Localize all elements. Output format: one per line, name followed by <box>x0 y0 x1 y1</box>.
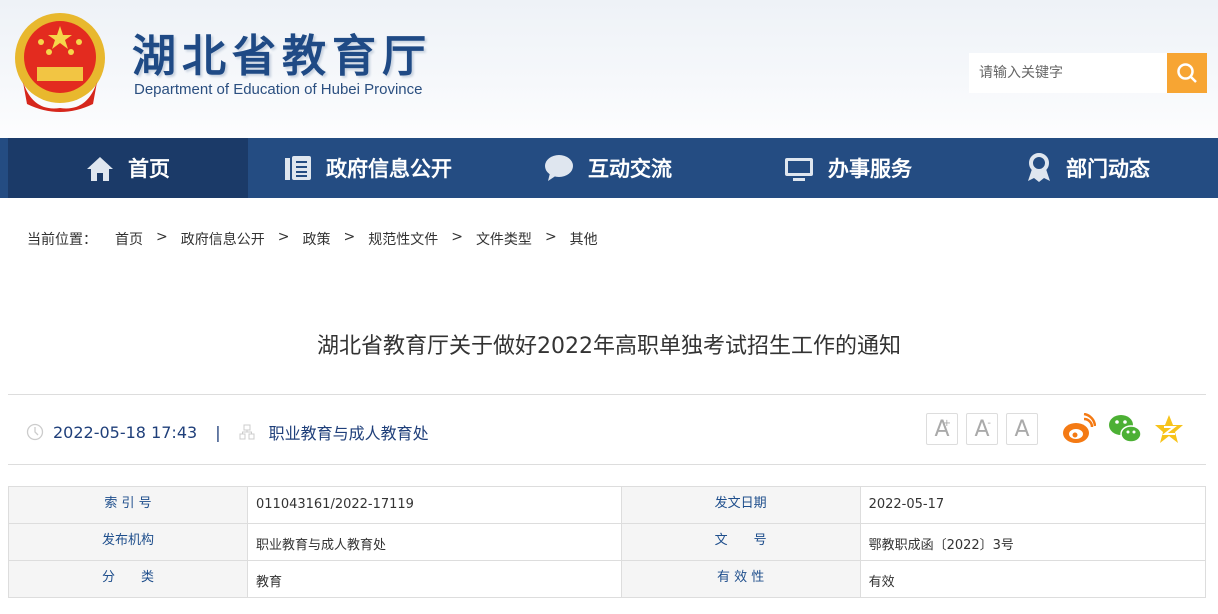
main-nav: 首页 政府信息公开 互动交流 办事服务 部门动态 <box>0 138 1218 198</box>
breadcrumb-separator: > <box>343 229 356 245</box>
wechat-icon[interactable] <box>1108 414 1142 444</box>
org-chart-icon <box>239 424 255 440</box>
breadcrumb-other[interactable]: 其他 <box>570 229 598 249</box>
nav-home[interactable]: 首页 <box>8 138 248 198</box>
font-reset-button[interactable]: A <box>1006 413 1038 445</box>
publisher-label: 发布机构 <box>8 523 248 561</box>
info-table: 索 引 号 011043161/2022-17119 发文日期 2022-05-… <box>8 486 1207 598</box>
chat-icon <box>545 155 573 181</box>
site-subtitle: Department of Education of Hubei Provinc… <box>134 81 423 98</box>
monitor-icon <box>785 158 813 181</box>
index-number-value: 011043161/2022-17119 <box>247 486 622 524</box>
breadcrumb-prefix: 当前位置： <box>27 232 97 248</box>
font-increase-button[interactable]: A + <box>926 413 958 445</box>
breadcrumb-normative[interactable]: 规范性文件 <box>368 229 438 249</box>
document-icon <box>285 156 311 180</box>
issue-date-value: 2022-05-17 <box>859 486 1207 524</box>
weibo-icon[interactable] <box>1062 413 1096 445</box>
font-decrease-button[interactable]: A- <box>966 413 998 445</box>
nav-label: 互动交流 <box>588 157 672 181</box>
breadcrumb-separator: > <box>451 229 463 245</box>
table-row: 分 类 教育 有 效 性 有效 <box>8 560 1207 598</box>
nav-label: 办事服务 <box>828 157 912 181</box>
breadcrumb: 当前位置： 首页 > 政府信息公开 > 政策 > 规范性文件 > 文件类型 > 其他 <box>27 229 598 249</box>
breadcrumb-home[interactable]: 首页 <box>115 229 143 249</box>
issue-date-label: 发文日期 <box>620 486 861 524</box>
nav-label: 首页 <box>128 157 170 181</box>
nav-label: 政府信息公开 <box>326 157 452 181</box>
nav-label: 部门动态 <box>1066 157 1150 181</box>
breadcrumb-policy[interactable]: 政策 <box>302 229 330 249</box>
publish-datetime: 2022-05-18 17:43 <box>53 422 198 442</box>
category-label: 分 类 <box>8 560 248 598</box>
category-value: 教育 <box>247 560 622 598</box>
national-emblem-icon <box>15 13 105 112</box>
doc-number-label: 文 号 <box>620 523 861 561</box>
breadcrumb-separator: > <box>156 229 168 245</box>
nav-gov-info[interactable]: 政府信息公开 <box>248 138 488 198</box>
meta-divider: | <box>215 422 221 442</box>
award-icon <box>1028 153 1050 182</box>
article-title: 湖北省教育厅关于做好2022年高职单独考试招生工作的通知 <box>317 334 901 359</box>
divider <box>8 394 1206 395</box>
site-title: 湖北省教育厅 <box>132 31 432 82</box>
publisher-value: 职业教育与成人教育处 <box>247 523 622 561</box>
breadcrumb-doc-type[interactable]: 文件类型 <box>476 229 532 249</box>
divider <box>8 464 1206 465</box>
table-row: 索 引 号 011043161/2022-17119 发文日期 2022-05-… <box>8 486 1207 524</box>
doc-number-value: 鄂教职成函〔2022〕3号 <box>859 523 1207 561</box>
index-number-label: 索 引 号 <box>8 486 248 524</box>
search-icon <box>1177 63 1197 83</box>
department: 职业教育与成人教育处 <box>268 424 429 443</box>
article-meta: 2022-05-18 17:43 | 职业教育与成人教育处 <box>26 420 429 444</box>
clock-icon <box>26 423 44 441</box>
minus-mark: - <box>987 418 991 429</box>
site-header: 湖北省教育厅 Department of Education of Hubei … <box>0 0 1218 138</box>
nav-interaction[interactable]: 互动交流 <box>488 138 728 198</box>
qzone-icon[interactable] <box>1154 414 1184 444</box>
home-icon <box>87 157 113 181</box>
breadcrumb-separator: > <box>544 229 557 245</box>
validity-value: 有效 <box>859 560 1207 598</box>
search-button[interactable] <box>1167 53 1207 93</box>
plus-mark: + <box>942 418 951 429</box>
validity-label: 有 效 性 <box>620 560 861 598</box>
search-box <box>969 53 1207 93</box>
article-tools: A + A- A <box>926 413 1184 445</box>
font-label: A <box>1014 416 1030 442</box>
breadcrumb-separator: > <box>277 229 290 245</box>
nav-services[interactable]: 办事服务 <box>728 138 968 198</box>
breadcrumb-gov-info[interactable]: 政府信息公开 <box>181 229 265 249</box>
nav-news[interactable]: 部门动态 <box>968 138 1208 198</box>
search-input[interactable] <box>969 53 1167 93</box>
table-row: 发布机构 职业教育与成人教育处 文 号 鄂教职成函〔2022〕3号 <box>8 523 1207 561</box>
